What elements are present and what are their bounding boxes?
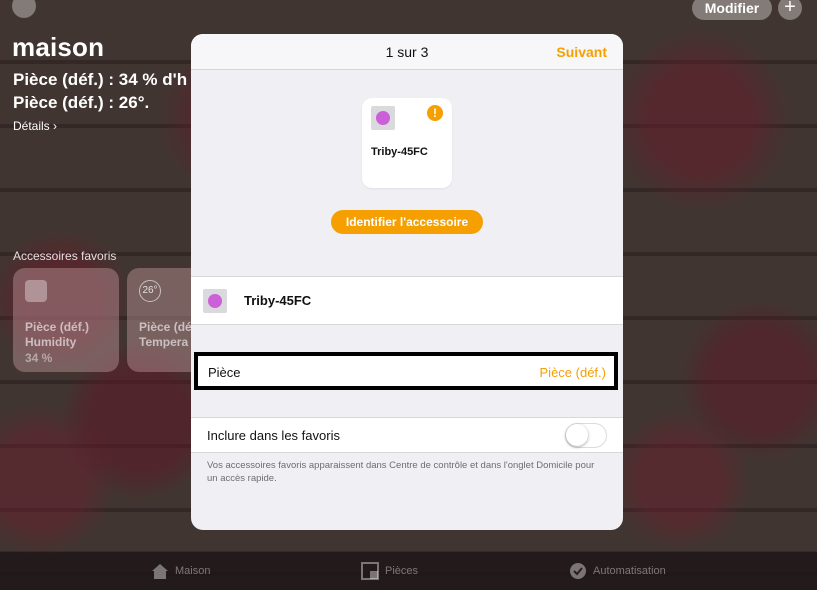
tab-home-label: Maison <box>175 565 211 577</box>
sheet-header: 1 sur 3 Suivant <box>191 34 623 70</box>
tab-rooms[interactable]: Pièces <box>360 562 418 580</box>
home-title: maison <box>12 32 105 62</box>
tab-automation[interactable]: Automatisation <box>568 562 666 580</box>
automation-icon <box>570 563 586 579</box>
include-favorites-label: Inclure dans les favoris <box>207 428 340 443</box>
accessory-card: ! Triby-45FC <box>362 98 452 188</box>
tile-name: Tempera <box>139 335 189 349</box>
include-favorites-row: Inclure dans les favoris <box>191 417 623 453</box>
tile-room: Pièce (déf.) <box>25 320 90 334</box>
favorites-section-label: Accessoires favoris <box>13 249 117 263</box>
house-icon <box>152 564 168 579</box>
humidity-sensor-icon <box>25 280 47 302</box>
accessory-setup-sheet: 1 sur 3 Suivant ! Triby-45FC Identifier … <box>191 34 623 530</box>
accessory-name-row[interactable]: Triby-45FC <box>191 276 623 325</box>
room-row-label: Pièce <box>208 365 241 380</box>
accessory-icon <box>371 106 395 130</box>
modify-button[interactable]: Modifier <box>692 0 772 20</box>
accessory-icon <box>203 289 227 313</box>
identify-accessory-button[interactable]: Identifier l'accessoire <box>331 210 483 234</box>
tile-value: 34 % <box>25 351 53 365</box>
humidity-status: Pièce (déf.) : 34 % d'h <box>13 70 188 89</box>
warning-icon: ! <box>427 105 443 121</box>
tile-name: Humidity <box>25 335 77 349</box>
temperature-status: Pièce (déf.) : 26°. <box>13 93 150 112</box>
favorites-footnote: Vos accessoires favoris apparaissent dan… <box>207 460 595 484</box>
tab-automation-label: Automatisation <box>593 565 666 577</box>
include-favorites-toggle[interactable] <box>565 423 607 448</box>
thermometer-icon: 26° <box>139 280 161 302</box>
tab-bar: Maison Pièces Automatisation <box>0 551 817 590</box>
accessory-card-name: Triby-45FC <box>371 146 428 158</box>
tab-rooms-label: Pièces <box>385 565 419 577</box>
tile-room: Pièce (déf <box>139 320 196 334</box>
room-row-value[interactable]: Pièce (déf.) <box>540 365 606 380</box>
accessory-tile-humidity[interactable]: Pièce (déf.) Humidity 34 % <box>13 268 119 372</box>
next-button[interactable]: Suivant <box>556 44 607 60</box>
accessory-name-field[interactable]: Triby-45FC <box>244 293 311 308</box>
rooms-icon <box>361 562 379 580</box>
toggle-knob <box>566 424 588 446</box>
room-row[interactable]: Pièce Pièce (déf.) <box>194 352 618 390</box>
details-link[interactable]: Détails › <box>13 119 57 133</box>
tab-home[interactable]: Maison <box>150 562 210 580</box>
